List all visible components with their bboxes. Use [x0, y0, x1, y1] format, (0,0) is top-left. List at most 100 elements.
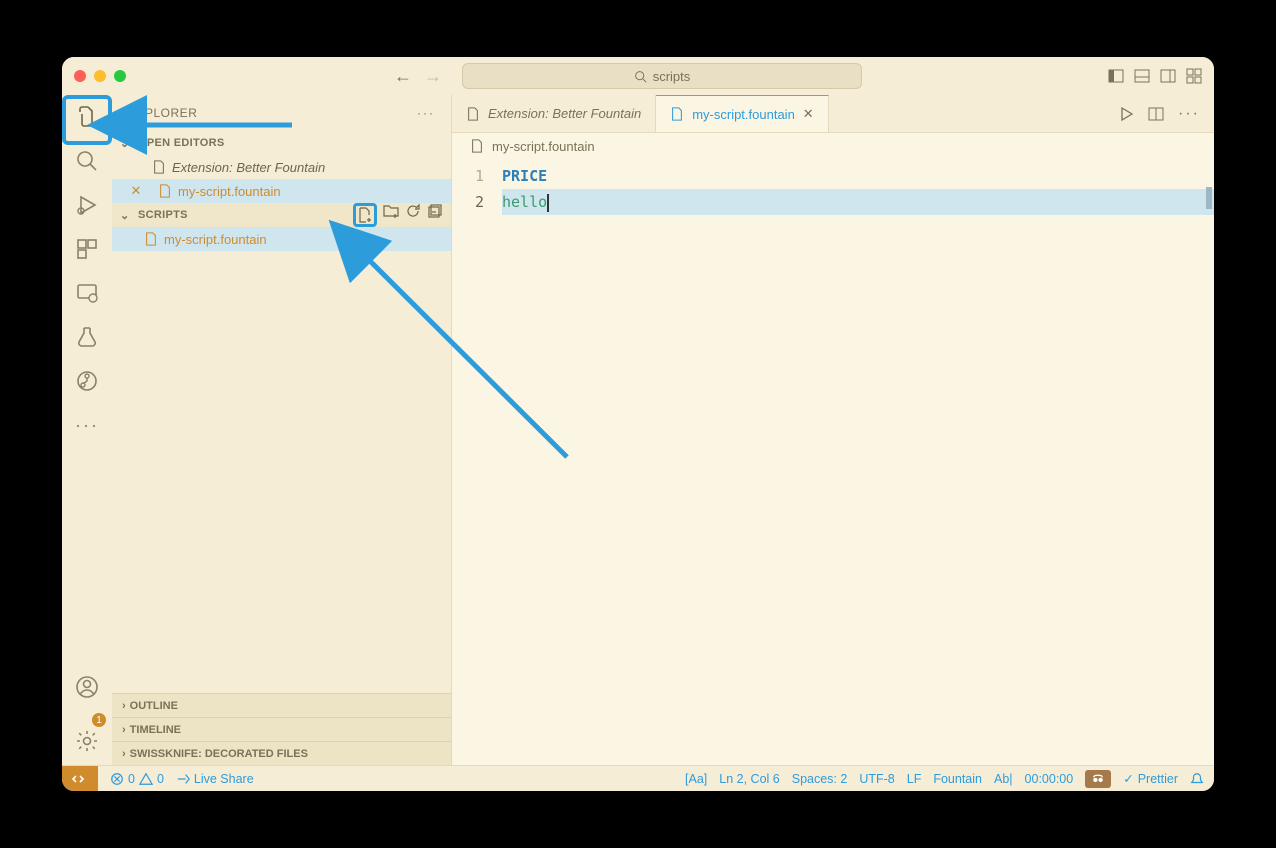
swissknife-label: SWISSKNIFE: DECORATED FILES [130, 748, 308, 760]
minimize-window-button[interactable] [94, 70, 106, 82]
settings-gear-icon[interactable] [75, 729, 99, 753]
line-number: 1 [452, 163, 484, 189]
code-token: hello [502, 193, 547, 211]
split-editor-icon[interactable] [1148, 106, 1164, 122]
tab-label: my-script.fountain [692, 107, 795, 122]
open-editor-label: my-script.fountain [178, 184, 281, 199]
open-editor-item[interactable]: Extension: Better Fountain [112, 155, 451, 179]
open-editor-label: Extension: Better Fountain [172, 160, 325, 175]
eol-status[interactable]: LF [907, 772, 922, 786]
outline-label: OUTLINE [130, 700, 178, 712]
tab-bar: Extension: Better Fountain my-script.fou… [452, 95, 1214, 133]
refresh-button[interactable] [405, 203, 421, 227]
live-share-icon [176, 772, 190, 786]
new-folder-button[interactable] [383, 203, 399, 227]
prettier-status[interactable]: ✓ Prettier [1123, 771, 1178, 786]
settings-badge: 1 [92, 713, 106, 727]
overflow-menu-icon[interactable]: ··· [75, 413, 99, 437]
nav-forward-icon[interactable]: → [424, 66, 442, 87]
line-gutter: 1 2 [452, 159, 502, 765]
editor-tab-active[interactable]: my-script.fountain ✕ [656, 95, 829, 132]
code-token: PRICE [502, 167, 547, 185]
source-control-icon[interactable] [75, 369, 99, 393]
titlebar: ← → scripts [62, 57, 1214, 95]
file-tree-label: my-script.fountain [164, 232, 267, 247]
breadcrumb[interactable]: my-script.fountain [452, 133, 1214, 159]
chevron-right-icon: › [122, 724, 126, 736]
check-icon: ✓ [1123, 771, 1133, 786]
open-editors-label: OPEN EDITORS [138, 137, 225, 149]
chevron-down-icon: ⌄ [120, 209, 134, 222]
close-window-button[interactable] [74, 70, 86, 82]
search-icon [634, 70, 647, 83]
new-file-button[interactable] [353, 203, 377, 227]
remote-explorer-icon[interactable] [75, 281, 99, 305]
layout-customize-icon[interactable] [1186, 68, 1202, 84]
cursor-position-status[interactable]: Ln 2, Col 6 [719, 772, 779, 786]
scripts-label: SCRIPTS [138, 209, 188, 221]
breadcrumb-label: my-script.fountain [492, 139, 595, 154]
notifications-icon[interactable] [1190, 772, 1204, 786]
file-icon [158, 184, 172, 198]
problems-status[interactable]: 0 0 [110, 772, 164, 786]
close-editor-icon[interactable]: ✕ [128, 183, 144, 199]
warning-icon [139, 772, 153, 786]
search-text: scripts [653, 69, 691, 84]
line-number: 2 [452, 189, 484, 215]
extensions-icon[interactable] [75, 237, 99, 261]
collapse-icon [427, 203, 443, 219]
file-icon [470, 139, 484, 153]
accounts-icon[interactable] [75, 675, 99, 699]
editor-tab[interactable]: Extension: Better Fountain [452, 95, 656, 132]
maximize-window-button[interactable] [114, 70, 126, 82]
scripts-folder-header[interactable]: ⌄ SCRIPTS [112, 203, 451, 227]
new-file-icon [357, 207, 373, 223]
testing-icon[interactable] [75, 325, 99, 349]
chevron-right-icon: › [122, 748, 126, 760]
aa-status[interactable]: [Aa] [685, 772, 707, 786]
sidebar-more-icon[interactable]: ··· [417, 106, 435, 120]
code-editor[interactable]: 1 2 PRICE hello [452, 159, 1214, 765]
error-icon [110, 772, 124, 786]
layout-sidebar-left-icon[interactable] [1108, 68, 1124, 84]
explorer-icon[interactable] [75, 105, 99, 129]
open-editors-header[interactable]: ⌄ OPEN EDITORS [112, 131, 451, 155]
live-share-status[interactable]: Live Share [176, 772, 254, 786]
file-icon [152, 160, 166, 174]
minimap-cursor [1206, 187, 1212, 209]
explorer-sidebar: EXPLORER ··· ⌄ OPEN EDITORS Extension: B… [112, 95, 452, 765]
refresh-icon [405, 203, 421, 219]
remote-indicator[interactable] [62, 766, 98, 791]
statusbar: 0 0 Live Share [Aa] Ln 2, Col 6 Spaces: … [62, 765, 1214, 791]
run-debug-icon[interactable] [75, 193, 99, 217]
run-icon[interactable] [1118, 106, 1134, 122]
file-icon [466, 107, 480, 121]
nav-back-icon[interactable]: ← [394, 66, 412, 87]
copilot-status[interactable] [1085, 770, 1111, 788]
outline-section-header[interactable]: › OUTLINE [112, 693, 451, 717]
close-tab-icon[interactable]: ✕ [803, 106, 814, 122]
timeline-section-header[interactable]: › TIMELINE [112, 717, 451, 741]
open-editor-item[interactable]: ✕ my-script.fountain [112, 179, 451, 203]
language-status[interactable]: Fountain [933, 772, 982, 786]
indentation-status[interactable]: Spaces: 2 [792, 772, 848, 786]
time-status[interactable]: 00:00:00 [1025, 772, 1074, 786]
more-actions-icon[interactable]: ··· [1178, 105, 1200, 123]
sidebar-title: EXPLORER [128, 106, 197, 120]
search-activity-icon[interactable] [75, 149, 99, 173]
layout-sidebar-right-icon[interactable] [1160, 68, 1176, 84]
file-icon [670, 107, 684, 121]
encoding-status[interactable]: UTF-8 [859, 772, 894, 786]
vscode-window: ← → scripts [62, 57, 1214, 791]
timeline-label: TIMELINE [130, 724, 181, 736]
layout-panel-icon[interactable] [1134, 68, 1150, 84]
swissknife-section-header[interactable]: › SWISSKNIFE: DECORATED FILES [112, 741, 451, 765]
sidebar-header: EXPLORER ··· [112, 95, 451, 131]
collapse-all-button[interactable] [427, 203, 443, 227]
ab-status[interactable]: Ab| [994, 772, 1013, 786]
file-tree-item[interactable]: my-script.fountain [112, 227, 451, 251]
file-icon [144, 232, 158, 246]
new-folder-icon [383, 203, 399, 219]
copilot-icon [1091, 772, 1105, 786]
command-center-search[interactable]: scripts [462, 63, 862, 89]
